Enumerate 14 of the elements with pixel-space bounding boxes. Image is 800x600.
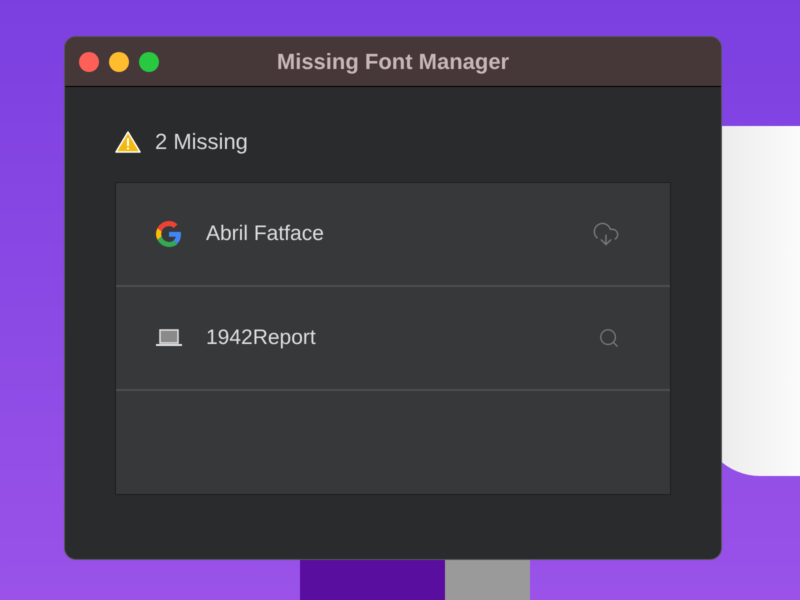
font-row[interactable]: 1942Report: [116, 287, 670, 391]
font-row[interactable]: Abril Fatface: [116, 183, 670, 287]
zoom-button[interactable]: [139, 52, 159, 72]
minimize-button[interactable]: [109, 52, 129, 72]
cloud-download-button[interactable]: [592, 220, 620, 248]
close-button[interactable]: [79, 52, 99, 72]
window-title: Missing Font Manager: [276, 48, 510, 76]
warning-icon: [115, 130, 141, 152]
search-button[interactable]: [598, 327, 620, 349]
font-name: 1942Report: [206, 325, 317, 352]
laptop-icon: [155, 329, 183, 347]
google-logo-icon: [156, 221, 182, 247]
font-name: Abril Fatface: [206, 221, 325, 248]
missing-count: 2 Missing: [155, 128, 248, 156]
